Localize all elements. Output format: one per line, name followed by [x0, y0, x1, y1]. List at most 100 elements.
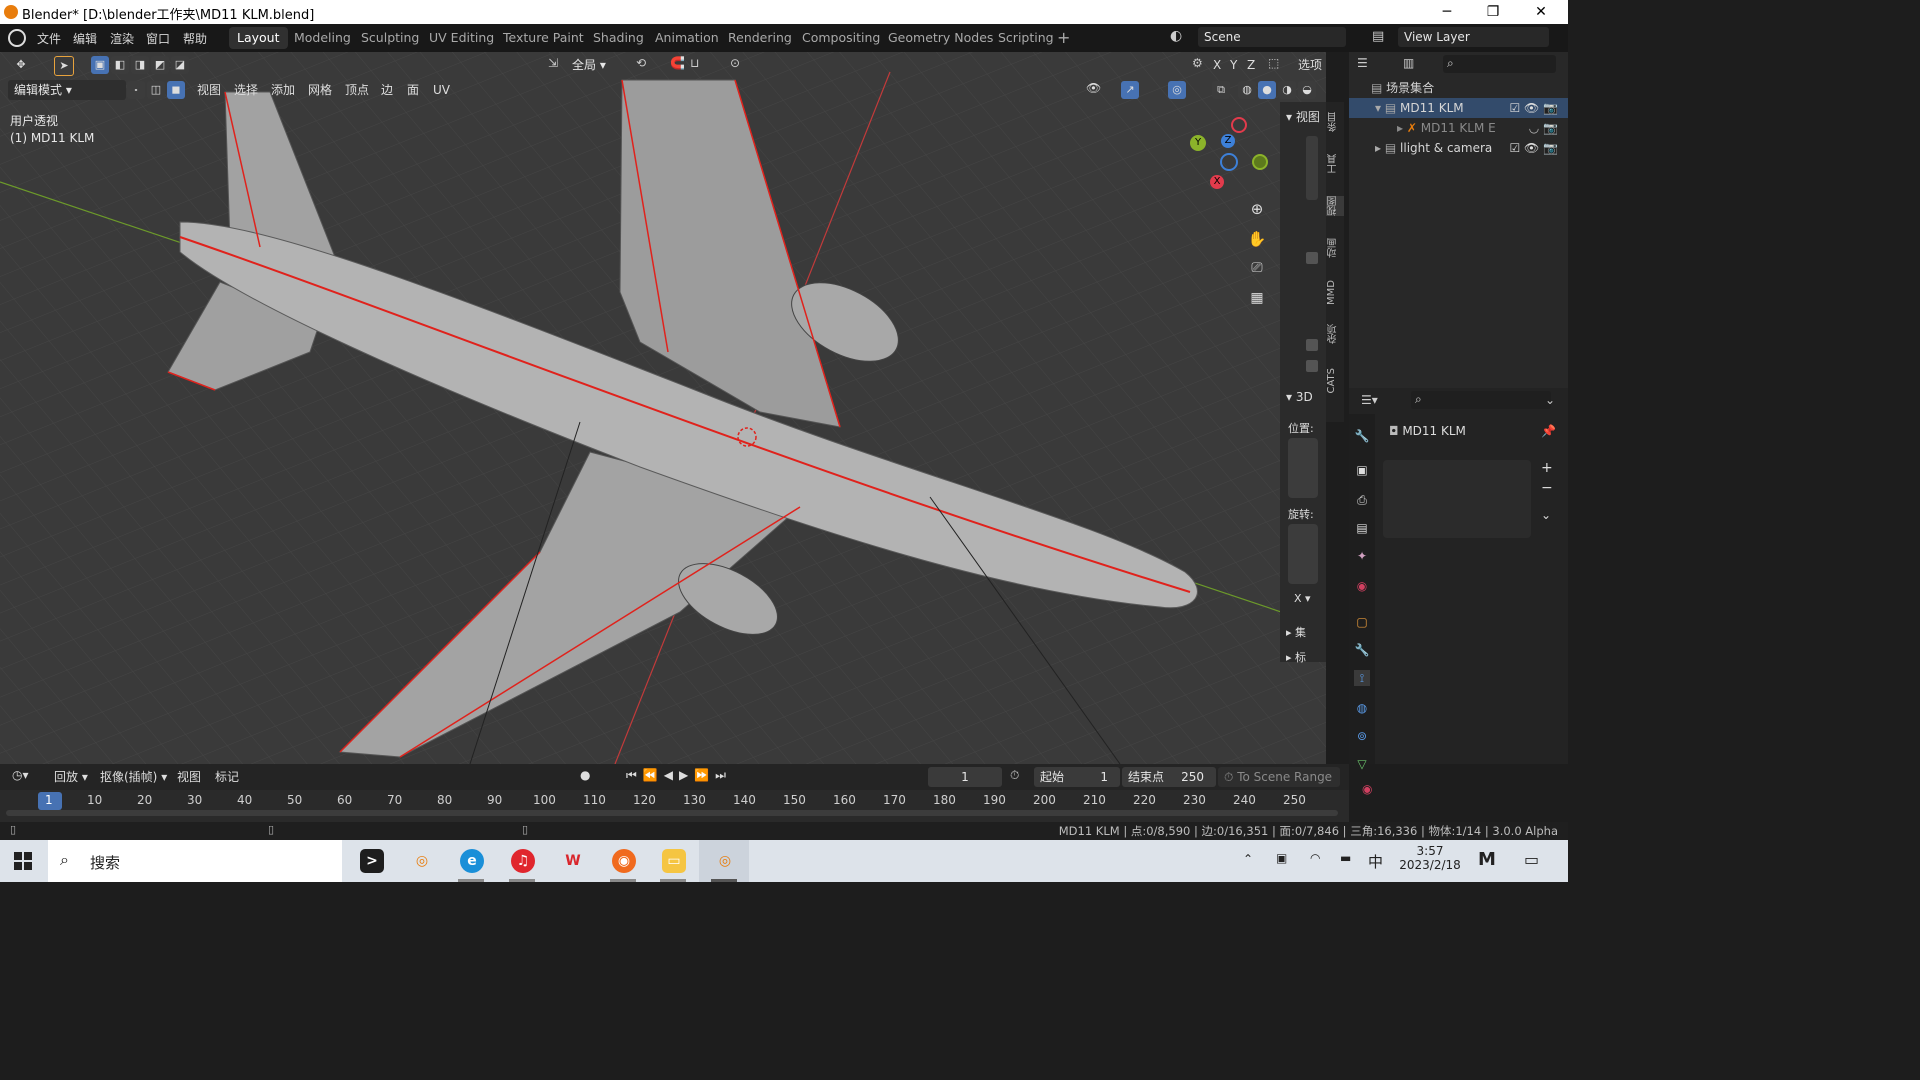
- blender-running-app[interactable]: ◎: [699, 840, 749, 882]
- gizmo-z-axis[interactable]: Z: [1221, 134, 1235, 148]
- gizmo-toggle-icon[interactable]: ↗: [1121, 81, 1139, 99]
- options-dropdown[interactable]: 选项: [1298, 55, 1322, 75]
- wifi-icon[interactable]: ◠: [1310, 851, 1320, 865]
- mirror-y-toggle[interactable]: Y: [1230, 55, 1237, 75]
- tab-scripting[interactable]: Scripting: [990, 27, 1062, 49]
- tray-app-2-icon[interactable]: M: [1478, 849, 1496, 870]
- file-explorer-app[interactable]: ▭: [648, 840, 698, 882]
- frame-ruler[interactable]: 1 10 20 30 40 50 60 70 80 90 100 110 120…: [0, 790, 1349, 812]
- select-new-icon[interactable]: ▣: [91, 56, 109, 74]
- menu-mesh[interactable]: 网格: [308, 80, 332, 100]
- tab-sculpting[interactable]: Sculpting: [353, 27, 427, 49]
- tab-view[interactable]: 视图: [1326, 196, 1344, 216]
- add-button[interactable]: +: [1541, 460, 1553, 476]
- view-layer-field[interactable]: View Layer: [1398, 27, 1549, 47]
- restore-button[interactable]: ❐: [1470, 0, 1516, 24]
- particles-tab-icon[interactable]: ⟟: [1354, 670, 1370, 686]
- snap-target-icon[interactable]: ⊔: [690, 56, 699, 70]
- gizmo-x-axis[interactable]: X: [1210, 175, 1224, 189]
- menu-help[interactable]: 帮助: [183, 30, 207, 47]
- rotation-mode-dropdown[interactable]: X ▾: [1294, 592, 1311, 605]
- wps-app[interactable]: W: [547, 840, 597, 882]
- collapsed-panel-2[interactable]: ▸ 标: [1286, 649, 1306, 665]
- select-intersect-icon[interactable]: ◪: [171, 56, 189, 74]
- camera-view-icon[interactable]: ⎚: [1246, 260, 1268, 282]
- vertex-groups-list[interactable]: [1383, 460, 1531, 538]
- transform-orientation-icon[interactable]: ⇲: [548, 56, 558, 70]
- minimize-button[interactable]: ─: [1424, 0, 1470, 24]
- edge-app[interactable]: e: [446, 840, 496, 882]
- menu-window[interactable]: 窗口: [146, 30, 170, 47]
- tray-app-icon[interactable]: ▣: [1276, 851, 1287, 865]
- tab-cats[interactable]: CATS: [1326, 368, 1344, 394]
- outliner-scene-collection[interactable]: ▤ 场景集合: [1349, 78, 1568, 98]
- menu-edge[interactable]: 边: [381, 80, 393, 100]
- tab-mmd[interactable]: MMD: [1326, 280, 1344, 305]
- wireframe-shading-icon[interactable]: ◍: [1238, 81, 1256, 99]
- close-button[interactable]: ✕: [1518, 0, 1564, 24]
- outliner-editor-icon[interactable]: ☰: [1357, 56, 1368, 70]
- pan-hand-icon[interactable]: ✋: [1246, 230, 1268, 252]
- select-tool-icon[interactable]: ➤: [54, 56, 74, 76]
- view-panel-header[interactable]: ▾ 视图: [1286, 108, 1320, 125]
- taskbar-clock[interactable]: 3:57 2023/2/18: [1395, 844, 1465, 872]
- netease-music-app[interactable]: ♫: [497, 840, 547, 882]
- xray-toggle-icon[interactable]: ⧉: [1212, 81, 1230, 99]
- perspective-toggle-icon[interactable]: ▦: [1246, 290, 1268, 312]
- object-tab-icon[interactable]: ▢: [1354, 614, 1370, 630]
- proportional-edit-icon[interactable]: ⊙: [730, 56, 740, 70]
- 3d-cursor-panel-header[interactable]: ▾ 3D: [1286, 390, 1313, 404]
- remove-button[interactable]: −: [1541, 480, 1553, 496]
- timeline-editor-icon[interactable]: ◷▾: [12, 768, 29, 782]
- location-fields[interactable]: [1288, 438, 1318, 498]
- gizmo-neg-z-icon[interactable]: [1220, 153, 1238, 171]
- transform-orientation-dropdown[interactable]: 全局 ▾: [566, 55, 632, 75]
- tab-texture-paint[interactable]: Texture Paint: [495, 27, 592, 49]
- properties-search-input[interactable]: ⌕: [1411, 391, 1551, 409]
- scene-browse-icon[interactable]: ◐: [1170, 28, 1182, 44]
- tray-overflow-icon[interactable]: ⌃: [1243, 852, 1253, 866]
- tab-uv-editing[interactable]: UV Editing: [421, 27, 502, 49]
- menu-uv[interactable]: UV: [433, 80, 450, 100]
- notification-icon[interactable]: ▭: [1524, 850, 1539, 869]
- expand-icon[interactable]: ▸: [1397, 121, 1403, 135]
- material-tab-icon[interactable]: ◉: [1362, 782, 1372, 796]
- menu-select[interactable]: 选择: [234, 80, 258, 100]
- visibility-toggles[interactable]: ☑ 👁 📷: [1509, 98, 1558, 118]
- view-slider[interactable]: [1306, 136, 1318, 200]
- firefox-app[interactable]: ◉: [598, 840, 648, 882]
- auto-merge-icon[interactable]: ⬚: [1268, 56, 1279, 70]
- timeline-scrollbar[interactable]: [6, 810, 1338, 816]
- display-mode-icon[interactable]: ▥: [1403, 56, 1414, 70]
- blender-app[interactable]: ◎: [396, 840, 446, 882]
- tab-animation[interactable]: 动画: [1326, 238, 1344, 258]
- battery-icon[interactable]: ▬: [1340, 851, 1351, 865]
- view-layer-tab-icon[interactable]: ▤: [1354, 520, 1370, 536]
- 3d-viewport[interactable]: 用户透视 (1) MD11 KLM Y Z X ⊕ ✋ ⎚ ▦: [0, 52, 1326, 764]
- playback-controls[interactable]: ⏮⏪◀▶⏩⏭: [626, 768, 732, 783]
- editor-type-icon[interactable]: ✥: [12, 56, 30, 74]
- outliner-item-md11-e[interactable]: ▸ ✗ MD11 KLM E ◡ 📷: [1349, 118, 1568, 138]
- data-tab-icon[interactable]: ▽: [1354, 756, 1370, 772]
- navigation-gizmo[interactable]: Y Z X: [1188, 114, 1278, 204]
- timeline-view-menu[interactable]: 视图: [177, 767, 201, 787]
- expand-icon[interactable]: ▸: [1375, 141, 1381, 155]
- menu-vertex[interactable]: 顶点: [345, 80, 369, 100]
- overlay-toggle-icon[interactable]: ◎: [1168, 81, 1186, 99]
- menu-render[interactable]: 渲染: [110, 30, 134, 47]
- tab-geometry-nodes[interactable]: Geometry Nodes: [880, 27, 1001, 49]
- tab-shading[interactable]: Shading: [585, 27, 652, 49]
- tool-tab-icon[interactable]: 🔧: [1354, 428, 1370, 444]
- select-invert-icon[interactable]: ◩: [151, 56, 169, 74]
- solid-shading-icon[interactable]: ●: [1258, 81, 1276, 99]
- output-tab-icon[interactable]: ⎙: [1354, 492, 1370, 508]
- to-scene-range-button[interactable]: ⏱ To Scene Range: [1218, 767, 1340, 787]
- marker-menu[interactable]: 标记: [215, 767, 239, 787]
- menu-edit[interactable]: 编辑: [73, 30, 97, 47]
- windows-start-icon[interactable]: [14, 852, 32, 870]
- tab-misc[interactable]: 杂项: [1326, 324, 1344, 344]
- properties-editor-icon[interactable]: ☰▾: [1361, 393, 1378, 407]
- gizmo-neg-x-icon[interactable]: [1231, 117, 1247, 133]
- rotation-fields[interactable]: [1288, 524, 1318, 584]
- zoom-icon[interactable]: ⊕: [1246, 200, 1268, 222]
